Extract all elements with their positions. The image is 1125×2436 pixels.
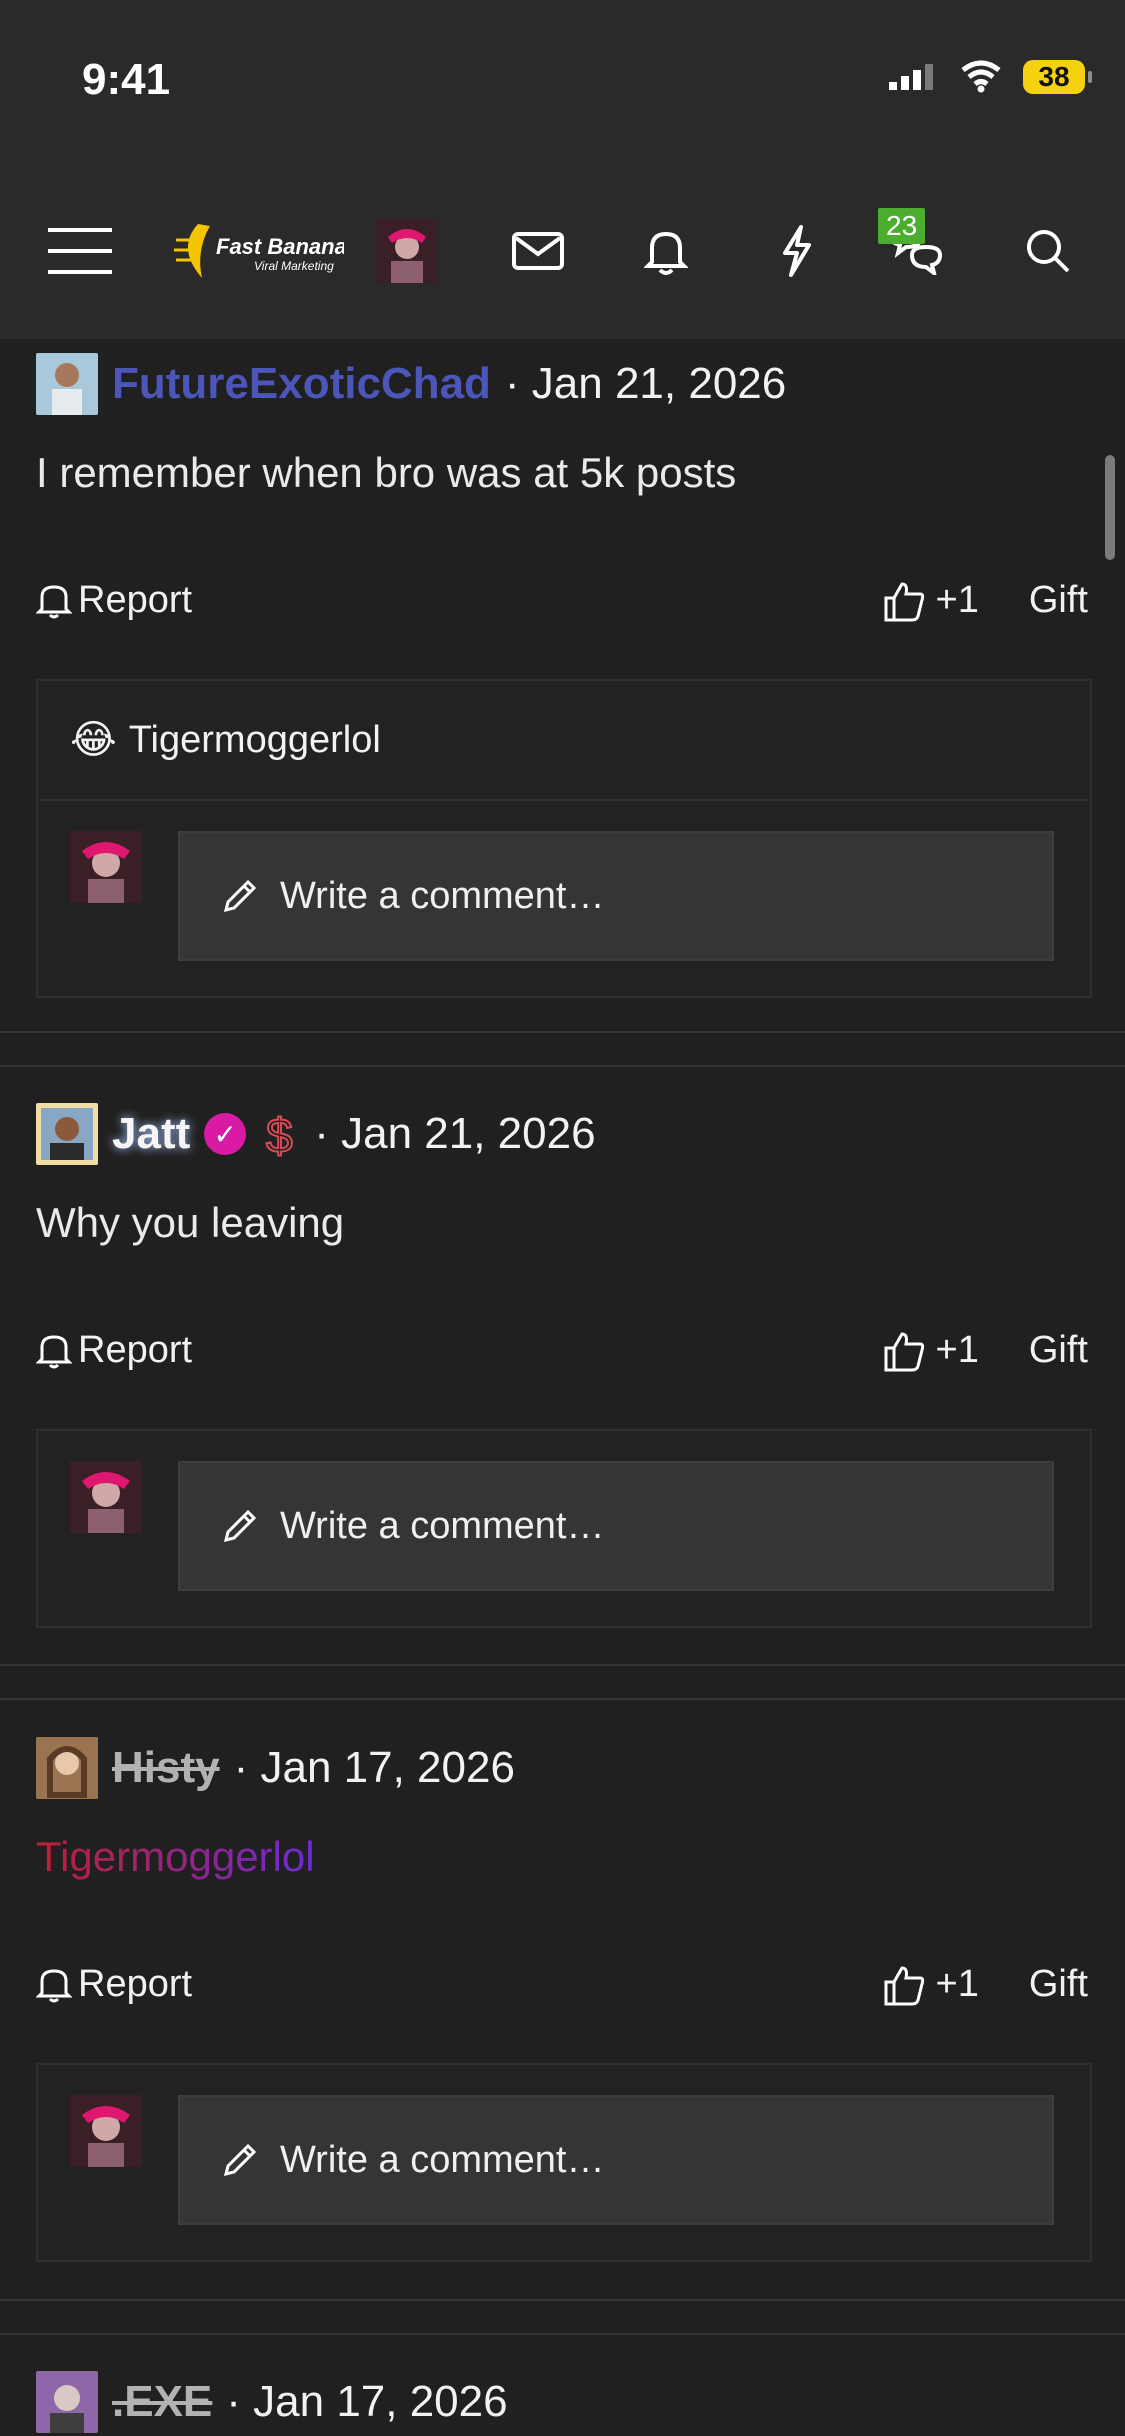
post-text: I remember when bro was at 5k posts <box>36 449 737 496</box>
gift-button[interactable]: Gift <box>1029 1329 1088 1372</box>
comment-placeholder: Write a comment… <box>280 1504 605 1547</box>
comment-box: 😂 Tigermoggerlol Write a comment… <box>36 679 1092 998</box>
report-button[interactable]: Report <box>36 1329 192 1372</box>
reply-row[interactable]: 😂 Tigermoggerlol <box>38 681 1090 801</box>
pencil-icon <box>223 1509 257 1543</box>
post-text: Tigermoggerlol <box>36 1833 315 1880</box>
comment-box: Write a comment… <box>36 1429 1092 1628</box>
report-label: Report <box>78 1963 193 2005</box>
user-avatar <box>70 831 142 903</box>
svg-text:Fast Banana: Fast Banana <box>216 234 344 259</box>
post-text: Why you leaving <box>36 1199 345 1246</box>
nav-user-avatar[interactable] <box>376 205 438 297</box>
avatar[interactable] <box>36 2371 98 2433</box>
post-divider <box>0 2333 1125 2335</box>
mail-icon <box>512 232 564 270</box>
username[interactable]: .EXE <box>112 2377 212 2427</box>
pencil-icon <box>223 879 257 913</box>
chat-badge: 23 <box>878 208 926 244</box>
bell-icon <box>36 584 72 618</box>
gift-button[interactable]: Gift <box>1029 1963 1088 2006</box>
site-logo[interactable]: Fast Banana Viral Marketing <box>168 205 344 297</box>
like-count: +1 <box>935 1963 979 2005</box>
comment-input[interactable]: Write a comment… <box>178 1461 1054 1591</box>
post-date: · Jan 17, 2026 <box>233 1743 515 1792</box>
username[interactable]: FutureExoticChad <box>112 359 491 409</box>
search-button[interactable] <box>1018 205 1078 297</box>
notifications-button[interactable] <box>638 205 694 297</box>
comment-input[interactable]: Write a comment… <box>178 831 1054 961</box>
bell-icon <box>644 231 688 275</box>
post-divider <box>0 1698 1125 1700</box>
report-label: Report <box>78 579 193 621</box>
crying-emoji-icon: 😂 <box>70 718 117 762</box>
avatar[interactable] <box>36 353 98 415</box>
post-divider <box>0 1065 1125 1067</box>
username[interactable]: Jatt <box>112 1109 190 1159</box>
comment-placeholder: Write a comment… <box>280 2138 605 2181</box>
status-bar: 9:41 38 <box>0 0 1125 165</box>
comment-box: Write a comment… <box>36 2063 1092 2262</box>
wifi-icon <box>961 60 1001 93</box>
user-avatar <box>70 2095 142 2167</box>
thumbs-up-icon <box>884 581 924 621</box>
status-time: 9:41 <box>82 55 171 104</box>
mail-button[interactable] <box>510 205 566 297</box>
avatar[interactable] <box>36 1103 98 1165</box>
dollar-icon: $ <box>265 1109 294 1162</box>
bell-icon <box>36 1334 72 1368</box>
like-button[interactable]: +1 <box>882 579 979 622</box>
thumbs-up-icon <box>884 1331 924 1371</box>
post-divider <box>0 1031 1125 1033</box>
like-count: +1 <box>935 1329 979 1371</box>
like-button[interactable]: +1 <box>882 1963 979 2006</box>
reply-username[interactable]: Tigermoggerlol <box>129 719 381 762</box>
post-date: · Jan 17, 2026 <box>226 2377 508 2426</box>
thumbs-up-icon <box>884 1965 924 2005</box>
svg-text:$: $ <box>266 1110 293 1162</box>
like-button[interactable]: +1 <box>882 1329 979 1372</box>
username[interactable]: Histy <box>112 1743 220 1793</box>
bell-icon <box>36 1968 72 2002</box>
comment-input[interactable]: Write a comment… <box>178 2095 1054 2225</box>
top-navbar: Fast Banana Viral Marketing <box>0 165 1125 339</box>
activity-button[interactable] <box>768 205 824 297</box>
comment-placeholder: Write a comment… <box>280 874 605 917</box>
avatar[interactable] <box>36 1737 98 1799</box>
menu-button[interactable] <box>40 205 120 297</box>
post-divider <box>0 1664 1125 1666</box>
post-divider <box>0 2299 1125 2301</box>
signal-icon <box>889 64 933 90</box>
hamburger-icon <box>48 228 112 274</box>
svg-text:Viral Marketing: Viral Marketing <box>254 259 334 273</box>
post-date: · Jan 21, 2026 <box>504 359 787 408</box>
scrollbar[interactable] <box>1105 455 1115 560</box>
search-icon <box>1027 230 1070 273</box>
report-label: Report <box>78 1329 193 1371</box>
status-icons: 38 <box>887 60 1092 94</box>
gift-button[interactable]: Gift <box>1029 579 1088 622</box>
verified-badge-icon: ✓ <box>204 1113 247 1155</box>
lightning-icon <box>783 225 811 277</box>
like-count: +1 <box>935 579 979 621</box>
banana-logo-icon: Fast Banana Viral Marketing <box>174 224 344 278</box>
pencil-icon <box>223 2143 257 2177</box>
report-button[interactable]: Report <box>36 579 192 622</box>
post-date: · Jan 21, 2026 <box>314 1109 596 1158</box>
battery-indicator: 38 <box>1023 60 1092 94</box>
user-avatar <box>70 1461 142 1533</box>
report-button[interactable]: Report <box>36 1963 192 2006</box>
